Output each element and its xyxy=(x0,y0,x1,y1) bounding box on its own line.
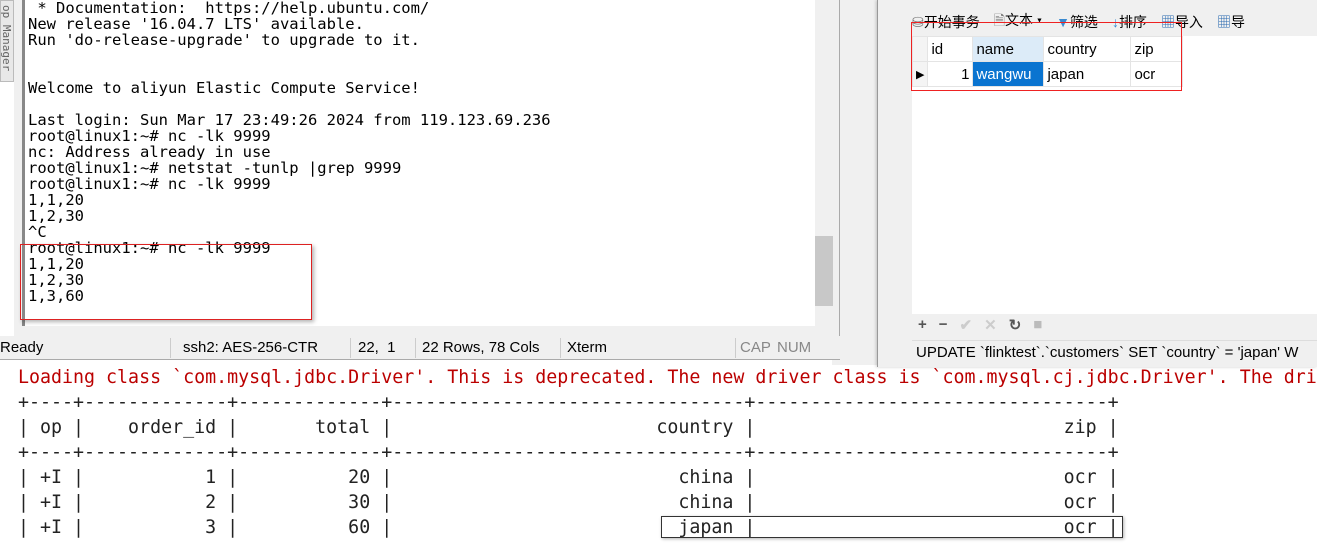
discard-button[interactable]: ✕ xyxy=(984,316,997,334)
status-cursor: 22, 1 xyxy=(358,339,396,356)
status-cipher: ssh2: AES-256-CTR xyxy=(183,339,319,356)
add-record-button[interactable]: + xyxy=(918,316,927,334)
status-cap: CAP xyxy=(740,339,771,356)
terminal-scroll-thumb[interactable] xyxy=(815,236,833,306)
terminal-line: * Documentation: https://help.ubuntu.com… xyxy=(28,0,430,17)
terminal-line: Welcome to aliyun Elastic Compute Servic… xyxy=(28,79,420,97)
terminal-status-bar: Ready ssh2: AES-256-CTR 22, 1 22 Rows, 7… xyxy=(0,336,840,360)
terminal-line: Run 'do-release-upgrade' to upgrade to i… xyxy=(28,31,420,49)
table-row: | +I | 2 | 30 | china | ocr | xyxy=(18,492,1119,513)
delete-record-button[interactable]: − xyxy=(939,316,948,334)
highlight-box xyxy=(20,244,312,320)
terminal-line: root@linux1:~# nc -lk 9999 xyxy=(28,127,271,145)
stop-button[interactable]: ■ xyxy=(1033,316,1042,334)
highlight-box xyxy=(661,516,1123,538)
highlight-box xyxy=(911,22,1182,91)
sql-status: UPDATE `flinktest`.`customers` SET `coun… xyxy=(912,340,1317,367)
session-manager-tab[interactable]: op Manager xyxy=(0,0,14,82)
status-state: Ready xyxy=(0,339,44,356)
export-button[interactable]: ▦导 xyxy=(1217,12,1245,32)
terminal-line: ^C xyxy=(28,223,47,241)
terminal-line: root@linux1:~# netstat -tunlp |grep 9999 xyxy=(28,159,402,177)
grid-actions: + − ✔ ✕ ↻ ■ xyxy=(918,316,1042,334)
terminal-line: nc: Address already in use xyxy=(28,143,271,161)
terminal-line: New release '16.04.7 LTS' available. xyxy=(28,15,364,33)
status-term: Xterm xyxy=(567,339,608,356)
refresh-button[interactable]: ↻ xyxy=(1009,316,1022,334)
apply-button[interactable]: ✔ xyxy=(960,316,973,334)
table-header: | op | order_id | total | country | zip … xyxy=(18,417,1119,438)
table-border: +----+-------------+-------------+------… xyxy=(18,392,1119,413)
table-border: +----+-------------+-------------+------… xyxy=(18,442,1119,463)
terminal-line: root@linux1:~# nc -lk 9999 xyxy=(28,175,271,193)
terminal-line: Last login: Sun Mar 17 23:49:26 2024 fro… xyxy=(28,111,551,129)
deprecation-warning: Loading class `com.mysql.jdbc.Driver'. T… xyxy=(18,367,1317,388)
terminal-line: 1,2,30 xyxy=(28,207,84,225)
table-row: | +I | 1 | 20 | china | ocr | xyxy=(18,467,1119,488)
status-size: 22 Rows, 78 Cols xyxy=(422,339,540,356)
export-icon: ▦ xyxy=(1216,14,1231,30)
status-num: NUM xyxy=(777,339,812,356)
terminal-line: 1,1,20 xyxy=(28,191,84,209)
